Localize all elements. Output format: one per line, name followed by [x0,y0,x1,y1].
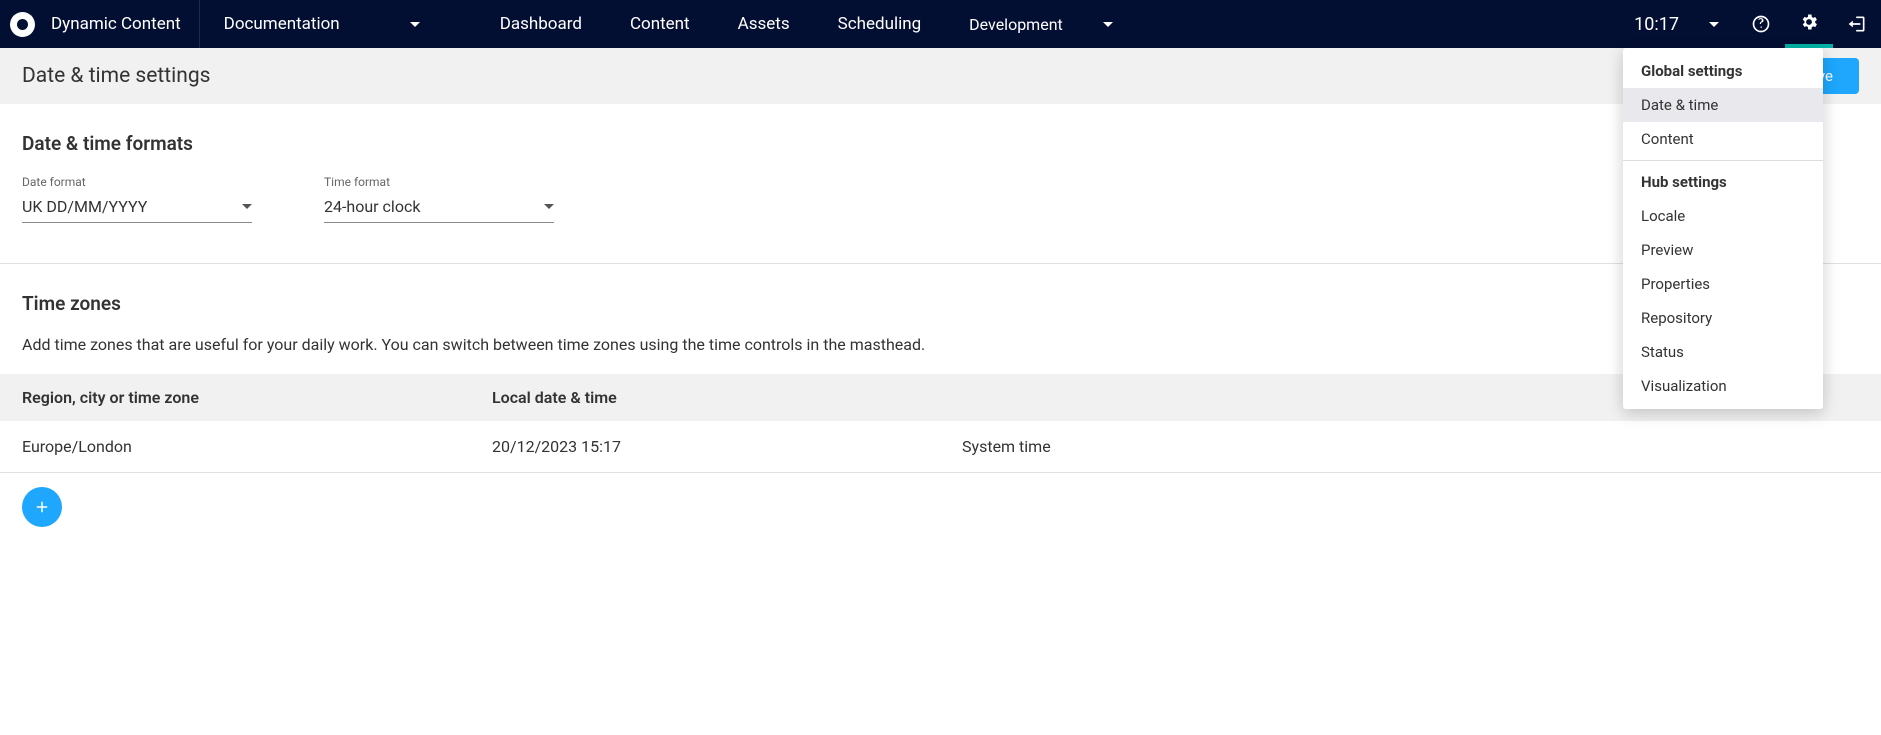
menu-divider [1623,160,1823,161]
divider [0,263,1881,264]
time-format-select[interactable]: 24-hour clock [324,191,554,223]
column-local: Local date & time [492,388,962,407]
development-dropdown[interactable]: Development [945,0,1137,48]
chevron-down-icon [1103,22,1113,27]
chevron-down-icon [242,204,252,209]
nav-dashboard[interactable]: Dashboard [476,0,606,48]
content-area: Date & time formats Date format UK DD/MM… [0,104,1881,527]
logo-icon [10,12,35,37]
date-format-select[interactable]: UK DD/MM/YYYY [22,191,252,223]
time-format-field: Time format 24-hour clock [324,175,554,223]
cell-local: 20/12/2023 15:17 [492,437,962,456]
column-tag [962,388,1432,407]
logout-icon [1847,14,1867,34]
menu-hub-title: Hub settings [1623,165,1823,199]
menu-item-date-time[interactable]: Date & time [1623,88,1823,122]
date-format-field: Date format UK DD/MM/YYYY [22,175,252,223]
topbar-right: 10:17 [1616,0,1881,48]
org-name: Documentation [224,14,340,34]
logout-button[interactable] [1833,0,1881,48]
menu-global-title: Global settings [1623,54,1823,88]
menu-item-repository[interactable]: Repository [1623,301,1823,335]
menu-item-content[interactable]: Content [1623,122,1823,156]
table-row: Europe/London 20/12/2023 15:17 System ti… [0,421,1881,473]
app-title: Dynamic Content [51,14,181,34]
dev-label: Development [969,15,1063,34]
help-button[interactable] [1737,0,1785,48]
chevron-down-icon [1709,22,1719,27]
settings-menu: Global settings Date & time Content Hub … [1623,48,1823,409]
nav-links: Dashboard Content Assets Scheduling Deve… [476,0,1137,48]
nav-assets[interactable]: Assets [714,0,814,48]
gear-icon [1799,12,1819,32]
topbar: Dynamic Content Documentation Dashboard … [0,0,1881,48]
column-region: Region, city or time zone [22,388,492,407]
nav-scheduling[interactable]: Scheduling [814,0,946,48]
nav-content[interactable]: Content [606,0,714,48]
time-dropdown[interactable]: 10:17 [1616,0,1737,48]
chevron-down-icon [410,22,420,27]
settings-button[interactable] [1785,0,1833,48]
time-format-value: 24-hour clock [324,197,420,216]
page-title: Date & time settings [22,64,210,88]
table-header: Region, city or time zone Local date & t… [0,374,1881,421]
cell-tag: System time [962,437,1432,456]
plus-icon [33,498,51,516]
menu-item-properties[interactable]: Properties [1623,267,1823,301]
date-format-label: Date format [22,175,252,189]
add-timezone-button[interactable] [22,487,62,527]
time-value: 10:17 [1634,14,1679,35]
cell-region: Europe/London [22,437,492,456]
menu-item-status[interactable]: Status [1623,335,1823,369]
page-header: Date & time settings Save [0,48,1881,104]
org-dropdown[interactable]: Documentation [200,0,452,48]
selects-row: Date format UK DD/MM/YYYY Time format 24… [22,175,1859,223]
chevron-down-icon [544,204,554,209]
menu-item-locale[interactable]: Locale [1623,199,1823,233]
zones-section-title: Time zones [22,292,1859,315]
menu-item-preview[interactable]: Preview [1623,233,1823,267]
menu-item-visualization[interactable]: Visualization [1623,369,1823,403]
formats-section-title: Date & time formats [22,132,1859,155]
zones-subtext: Add time zones that are useful for your … [22,335,1859,354]
help-icon [1751,14,1771,34]
date-format-value: UK DD/MM/YYYY [22,197,147,216]
app-brand: Dynamic Content [0,0,200,48]
time-format-label: Time format [324,175,554,189]
